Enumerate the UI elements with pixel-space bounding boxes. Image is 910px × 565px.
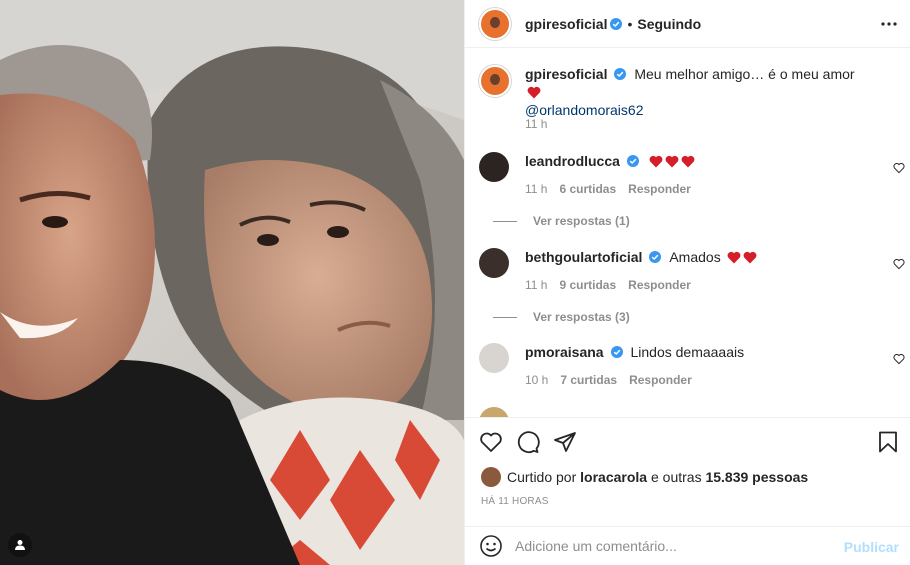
post-details-panel: gpiresoficial • Seguindo gpiresoficial M… xyxy=(464,0,910,565)
post-timestamp: HÁ 11 HORAS xyxy=(481,496,549,507)
user-tag-icon[interactable] xyxy=(8,533,32,557)
liker-avatar[interactable] xyxy=(481,467,501,487)
comment-like-heart-icon[interactable] xyxy=(893,353,905,365)
action-bar xyxy=(465,417,910,465)
caption-avatar[interactable] xyxy=(479,65,511,97)
post-photo[interactable] xyxy=(0,0,464,565)
comment-meta: 10 h 7 curtidas Responder xyxy=(525,373,704,387)
verified-badge-icon xyxy=(649,251,662,263)
verified-badge-icon xyxy=(610,346,623,358)
comment-like-heart-icon[interactable] xyxy=(893,258,905,270)
caption-meta: 11 h xyxy=(525,117,559,131)
comment-username[interactable]: pmoraisana xyxy=(525,344,604,360)
comment-text: pmoraisana Lindos demaaaais xyxy=(525,343,865,361)
comment-body: Amados xyxy=(669,249,721,265)
author-avatar[interactable] xyxy=(479,7,511,40)
reply-button[interactable]: Responder xyxy=(629,373,692,387)
comments-list[interactable]: gpiresoficial Meu melhor amigo… é o meu … xyxy=(465,49,910,417)
emoji-smiley-icon[interactable] xyxy=(479,534,503,558)
verified-badge-icon xyxy=(626,155,639,167)
comment-username[interactable]: bethgoulartoficial xyxy=(525,249,642,265)
red-heart-emoji-icon xyxy=(727,251,741,264)
like-heart-icon[interactable] xyxy=(479,430,503,454)
caption-text: gpiresoficial Meu melhor amigo… é o meu … xyxy=(525,65,865,119)
view-replies-button[interactable]: Ver respostas (1) xyxy=(493,214,630,228)
following-button[interactable]: Seguindo xyxy=(637,16,701,32)
comment-row: bethgoulartoficial Amados 11 h 9 curtidas… xyxy=(479,248,905,328)
publish-button[interactable]: Publicar xyxy=(844,539,899,555)
save-bookmark-icon[interactable] xyxy=(876,430,900,454)
comment-likes-count[interactable]: 6 curtidas xyxy=(559,182,616,196)
comment-avatar[interactable] xyxy=(479,407,509,417)
comment-body: Lindos demaaaais xyxy=(630,344,745,360)
likes-prefix: Curtido por xyxy=(507,469,577,485)
reply-button[interactable]: Responder xyxy=(628,182,691,196)
comment-time: 11 h xyxy=(525,278,548,292)
caption-body: Meu melhor amigo… é o meu amor xyxy=(634,66,855,82)
red-heart-emoji-icon xyxy=(665,155,679,168)
comment-bubble-icon[interactable] xyxy=(516,430,540,454)
selfie-image xyxy=(0,0,464,565)
red-heart-emoji-icon xyxy=(649,155,663,168)
red-heart-emoji-icon xyxy=(527,86,541,99)
comment-likes-count[interactable]: 7 curtidas xyxy=(560,373,617,387)
more-options-icon[interactable] xyxy=(879,16,899,32)
comment-meta: 11 h 6 curtidas Responder xyxy=(525,182,703,196)
caption-username[interactable]: gpiresoficial xyxy=(525,66,607,82)
likes-count-link[interactable]: 15.839 pessoas xyxy=(705,469,808,485)
verified-badge-icon xyxy=(614,68,627,80)
comment-row: leandrodlucca 11 h 6 curtidas Responder Ve… xyxy=(479,152,905,232)
comment-time: 11 h xyxy=(525,182,548,196)
reply-button[interactable]: Responder xyxy=(628,278,691,292)
red-heart-emoji-icon xyxy=(681,155,695,168)
instagram-post-modal: gpiresoficial • Seguindo gpiresoficial M… xyxy=(0,0,910,565)
liker-username[interactable]: loracarola xyxy=(580,469,647,485)
verified-badge-icon xyxy=(610,17,623,30)
comment-row-partial xyxy=(479,407,899,417)
caption-row: gpiresoficial Meu melhor amigo… é o meu … xyxy=(479,65,899,135)
comment-likes-count[interactable]: 9 curtidas xyxy=(559,278,616,292)
comment-avatar[interactable] xyxy=(479,152,509,182)
comment-meta: 11 h 9 curtidas Responder xyxy=(525,278,703,292)
comment-like-heart-icon[interactable] xyxy=(893,162,905,174)
separator-dot: • xyxy=(627,15,633,32)
comment-input[interactable] xyxy=(515,538,835,554)
comment-composer: Publicar xyxy=(465,526,910,565)
comment-username[interactable]: leandrodlucca xyxy=(525,153,620,169)
comment-avatar[interactable] xyxy=(479,248,509,278)
post-header: gpiresoficial • Seguindo xyxy=(465,0,910,48)
likes-summary: Curtido por loracarola e outras 15.839 p… xyxy=(481,467,808,487)
red-heart-emoji-icon xyxy=(743,251,757,264)
comment-text: leandrodlucca xyxy=(525,152,865,170)
caption-mention-link[interactable]: @orlandomorais62 xyxy=(525,102,644,118)
caption-time: 11 h xyxy=(525,117,548,131)
comment-avatar[interactable] xyxy=(479,343,509,373)
author-username[interactable]: gpiresoficial xyxy=(525,16,607,32)
likes-middle: e outras xyxy=(650,469,702,485)
comment-row: pmoraisana Lindos demaaaais 10 h 7 curtid… xyxy=(479,343,905,393)
comment-text: bethgoulartoficial Amados xyxy=(525,248,865,266)
comment-time: 10 h xyxy=(525,373,549,387)
view-replies-button[interactable]: Ver respostas (3) xyxy=(493,310,630,324)
share-send-icon[interactable] xyxy=(553,430,577,454)
